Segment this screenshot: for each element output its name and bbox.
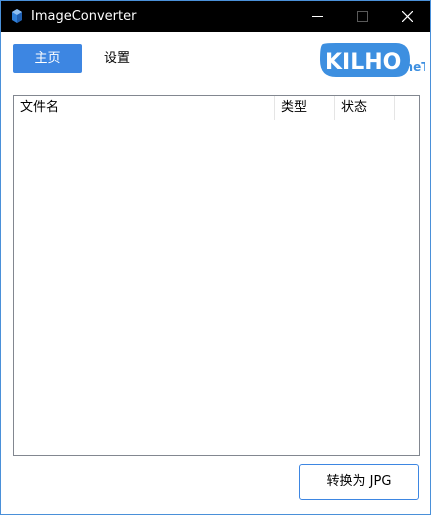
maximize-button[interactable] (341, 1, 385, 32)
tab-home[interactable]: 主页 (13, 44, 82, 73)
logo-suffix: .neT (400, 60, 425, 74)
minimize-button[interactable] (296, 1, 340, 32)
kilho-logo: KILHO .neT (320, 43, 425, 77)
column-header-status[interactable]: 状态 (335, 96, 395, 120)
title-bar[interactable]: ImageConverter (1, 1, 430, 32)
column-header-filename[interactable]: 文件名 (14, 96, 275, 120)
logo-text: KILHO (325, 50, 401, 75)
list-header: 文件名 类型 状态 (14, 96, 419, 120)
convert-to-jpg-button[interactable]: 转换为 JPG (299, 464, 419, 500)
tab-settings[interactable]: 设置 (89, 44, 145, 73)
maximize-icon (357, 11, 368, 22)
app-window: ImageConverter 主页 设置 KILHO .neT 文件名 类型 (0, 0, 431, 515)
app-icon (12, 9, 22, 23)
close-icon (402, 11, 413, 22)
column-header-type[interactable]: 类型 (275, 96, 335, 120)
file-list[interactable]: 文件名 类型 状态 (13, 95, 420, 456)
close-button[interactable] (386, 1, 430, 32)
minimize-icon (312, 16, 323, 17)
window-title: ImageConverter (31, 9, 137, 24)
